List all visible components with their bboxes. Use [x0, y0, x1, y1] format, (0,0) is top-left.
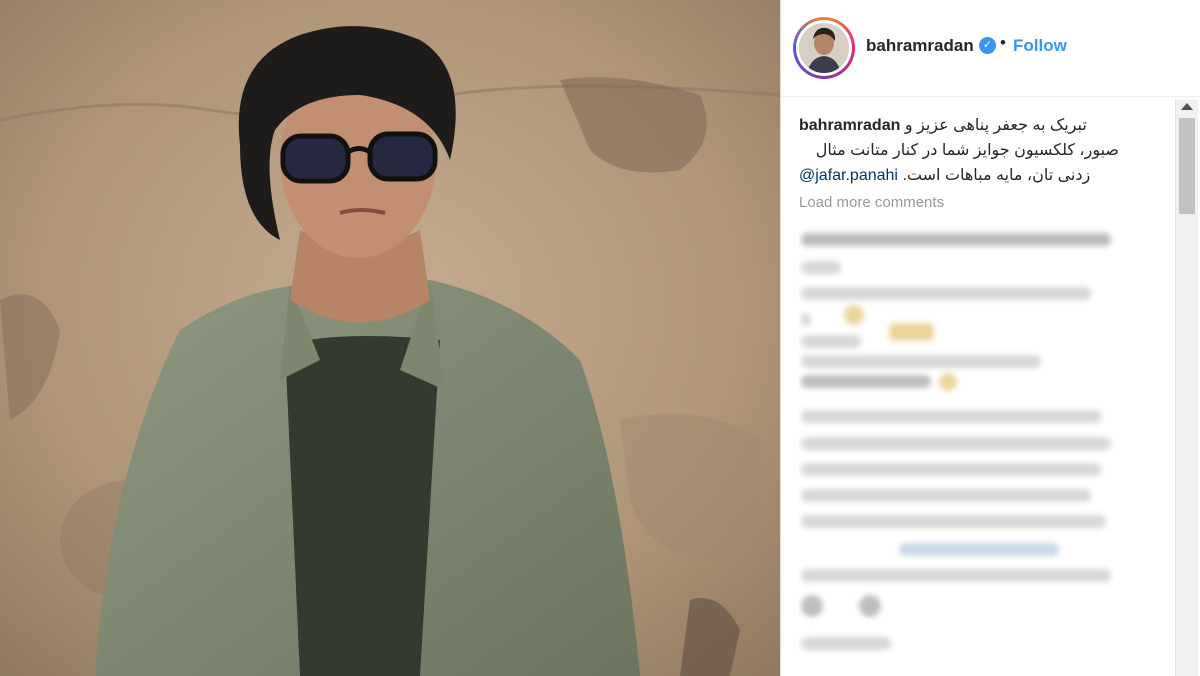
follow-button[interactable]: Follow: [1013, 36, 1067, 56]
caption-line-2: صبور، کلکسیون جوایز شما در کنار متانت مث…: [815, 142, 1119, 159]
post-photo: [0, 0, 780, 676]
caption-line-1: تبریک به جعفر پناهی عزیز و: [904, 117, 1087, 134]
post-photo-image: [0, 0, 780, 676]
verified-badge-icon: ✓: [979, 37, 996, 54]
comments-scrollbar[interactable]: [1175, 100, 1198, 676]
caption-line-3: زدنی تان، مایه مباهات است.: [902, 167, 1091, 184]
separator-dot: •: [1000, 33, 1006, 52]
load-more-comments-button[interactable]: Load more comments: [799, 194, 944, 211]
post-sidebar: bahramradan ✓ • Follow bahramradan تبریک…: [781, 0, 1200, 676]
avatar-photo: [799, 23, 849, 73]
blurred-comments: [799, 225, 1199, 676]
post-caption: bahramradan تبریک به جعفر پناهی عزیز و ص…: [799, 113, 1119, 188]
avatar-ring: [796, 20, 852, 76]
scroll-up-arrow-icon[interactable]: [1181, 103, 1193, 110]
caption-mention[interactable]: @jafar.panahi: [799, 167, 898, 184]
caption-username[interactable]: bahramradan: [799, 117, 900, 134]
post-header: bahramradan ✓ • Follow: [781, 0, 1200, 97]
avatar[interactable]: [793, 17, 855, 79]
scrollbar-thumb[interactable]: [1179, 118, 1195, 214]
avatar-image: [799, 23, 849, 73]
post-username[interactable]: bahramradan: [866, 36, 974, 56]
